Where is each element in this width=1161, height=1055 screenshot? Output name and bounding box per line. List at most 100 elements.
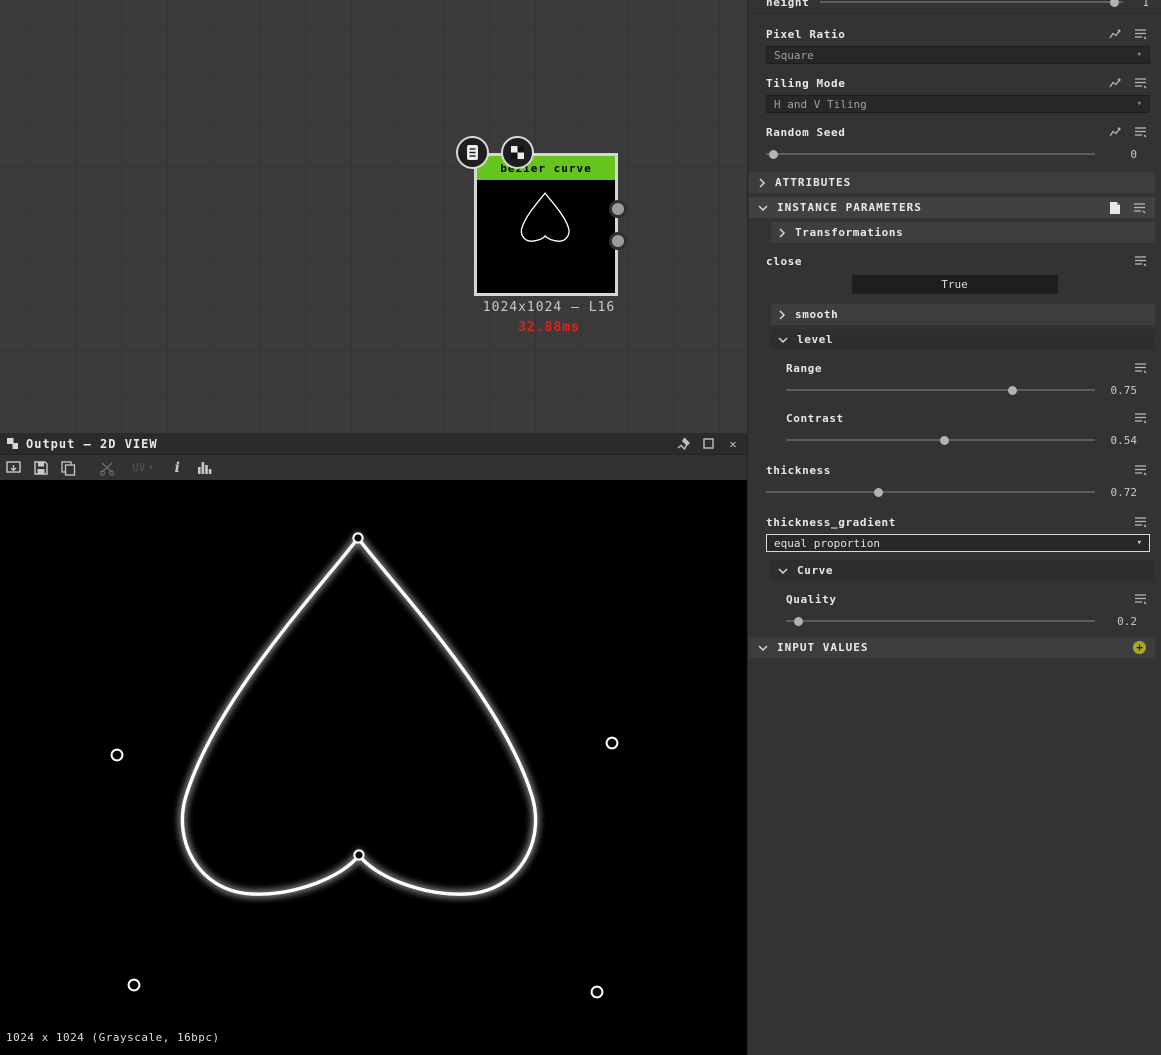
chevron-down-icon: ▾ xyxy=(1136,50,1142,60)
height-slider[interactable] xyxy=(820,0,1123,7)
transformations-header-label: Transformations xyxy=(795,226,904,239)
parameter-menu-icon[interactable] xyxy=(1134,516,1147,528)
tiling-mode-select[interactable]: H and V Tiling ▾ xyxy=(766,95,1150,113)
section-instance-parameters[interactable]: INSTANCE PARAMETERS xyxy=(749,197,1155,218)
bezier-curve-node[interactable]: bezier curve xyxy=(474,153,627,296)
copy-icon[interactable] xyxy=(60,459,76,477)
section-input-values[interactable]: INPUT VALUES + xyxy=(749,637,1155,658)
contrast-label: Contrast xyxy=(786,411,844,425)
chevron-right-icon xyxy=(759,177,766,188)
function-icon[interactable] xyxy=(1109,77,1122,89)
attributes-header-label: ATTRIBUTES xyxy=(775,176,852,189)
thickness-value: 0.72 xyxy=(1110,485,1138,499)
random-seed-value: 0 xyxy=(1130,147,1137,161)
viewer-titlebar[interactable]: Output — 2D VIEW ✕ xyxy=(0,433,747,455)
param-random-seed: Random Seed xyxy=(748,120,1161,144)
thickness-label: thickness xyxy=(766,463,832,477)
instance-parameters-header-label: INSTANCE PARAMETERS xyxy=(777,201,922,214)
parameter-menu-icon[interactable] xyxy=(1134,362,1147,374)
random-seed-slider[interactable] xyxy=(766,149,1095,159)
chevron-right-icon xyxy=(779,309,786,320)
param-contrast: Contrast xyxy=(748,406,1161,430)
viewer-panel: Output — 2D VIEW ✕ UV ▾ i 1024 x 1024 (G… xyxy=(0,433,747,1055)
pin-icon[interactable] xyxy=(675,436,691,452)
export-view-icon[interactable] xyxy=(5,459,22,477)
info-icon[interactable]: i xyxy=(175,459,180,477)
level-header-label: level xyxy=(797,333,834,346)
parameter-menu-icon[interactable] xyxy=(1134,464,1147,476)
chevron-down-icon: ▾ xyxy=(148,462,154,473)
function-icon[interactable] xyxy=(1109,28,1122,40)
param-tiling-mode: Tiling Mode xyxy=(748,71,1161,95)
close-icon[interactable]: ✕ xyxy=(725,436,741,452)
range-value: 0.75 xyxy=(1110,383,1138,397)
parameter-menu-icon[interactable] xyxy=(1134,126,1147,138)
chevron-down-icon xyxy=(778,567,788,574)
control-point[interactable] xyxy=(352,532,364,544)
parameter-menu-icon[interactable] xyxy=(1133,202,1146,214)
properties-panel: height 1 Pixel Ratio Square ▾ Tiling Mod… xyxy=(747,0,1161,1055)
pixel-ratio-select[interactable]: Square ▾ xyxy=(766,46,1150,64)
preset-icon[interactable] xyxy=(1109,201,1121,215)
viewer-toolbar: UV ▾ i xyxy=(0,455,747,480)
range-slider-row: 0.75 xyxy=(748,380,1161,400)
viewer-2d-canvas[interactable]: 1024 x 1024 (Grayscale, 16bpc) xyxy=(0,480,747,1054)
parameter-menu-icon[interactable] xyxy=(1134,77,1147,89)
checker-icon xyxy=(511,146,524,159)
node-output-connector-2[interactable] xyxy=(609,232,627,250)
node-render-time: 32.88ms xyxy=(518,320,580,335)
viewer-title: Output — 2D VIEW xyxy=(26,436,158,451)
function-icon[interactable] xyxy=(1109,126,1122,138)
close-toggle-button[interactable]: True xyxy=(851,275,1058,294)
control-point[interactable] xyxy=(127,978,141,992)
param-close: close xyxy=(748,249,1161,273)
add-input-value-icon[interactable]: + xyxy=(1133,641,1146,654)
parameter-menu-icon[interactable] xyxy=(1134,255,1147,267)
parameter-menu-icon[interactable] xyxy=(1134,28,1147,40)
quality-slider-row: 0.2 xyxy=(748,611,1161,631)
height-value: 1 xyxy=(1142,0,1149,9)
control-point[interactable] xyxy=(590,985,604,999)
section-curve[interactable]: Curve xyxy=(771,560,1155,581)
node-resolution-label: 1024x1024 — L16 xyxy=(482,300,616,315)
chevron-down-icon: ▾ xyxy=(1136,538,1142,548)
contrast-slider[interactable] xyxy=(786,435,1095,445)
random-seed-slider-row: 0 xyxy=(748,144,1161,164)
quality-label: Quality xyxy=(786,592,837,606)
node-parameters-button[interactable] xyxy=(456,136,489,169)
tiling-mode-label: Tiling Mode xyxy=(766,76,846,90)
node-output-connector-1[interactable] xyxy=(609,200,627,218)
save-icon[interactable] xyxy=(33,459,49,477)
chevron-down-icon: ▾ xyxy=(1136,99,1142,109)
node-preview-toggle-button[interactable] xyxy=(501,136,534,169)
param-pixel-ratio: Pixel Ratio xyxy=(748,22,1161,46)
contrast-value: 0.54 xyxy=(1110,433,1138,447)
thickness-gradient-label: thickness_gradient xyxy=(766,515,897,529)
histogram-icon[interactable] xyxy=(197,459,213,477)
thickness-slider[interactable] xyxy=(766,487,1095,497)
maximize-icon[interactable] xyxy=(700,436,716,452)
document-icon xyxy=(467,145,478,160)
section-transformations[interactable]: Transformations xyxy=(771,222,1155,243)
node-graph-canvas[interactable]: bezier curve 1024x1024 — L16 32.88ms xyxy=(0,0,747,433)
control-point[interactable] xyxy=(605,736,619,750)
parameter-menu-icon[interactable] xyxy=(1134,412,1147,424)
smooth-header-label: smooth xyxy=(795,308,839,321)
section-level[interactable]: level xyxy=(771,329,1155,350)
section-smooth[interactable]: smooth xyxy=(771,304,1155,325)
curve-header-label: Curve xyxy=(797,564,834,577)
input-values-header-label: INPUT VALUES xyxy=(777,641,869,654)
quality-slider[interactable] xyxy=(786,616,1095,626)
close-label: close xyxy=(766,254,803,268)
section-attributes[interactable]: ATTRIBUTES xyxy=(749,172,1155,193)
control-point[interactable] xyxy=(110,748,124,762)
parameter-menu-icon[interactable] xyxy=(1134,593,1147,605)
param-thickness-gradient: thickness_gradient xyxy=(748,510,1161,534)
chevron-down-icon xyxy=(758,644,768,651)
thickness-gradient-select[interactable]: equal proportion ▾ xyxy=(766,534,1150,552)
param-thickness: thickness xyxy=(748,458,1161,482)
control-point[interactable] xyxy=(353,849,365,861)
range-slider[interactable] xyxy=(786,385,1095,395)
image-panel-icon xyxy=(7,438,18,449)
unlink-icon xyxy=(99,459,115,477)
